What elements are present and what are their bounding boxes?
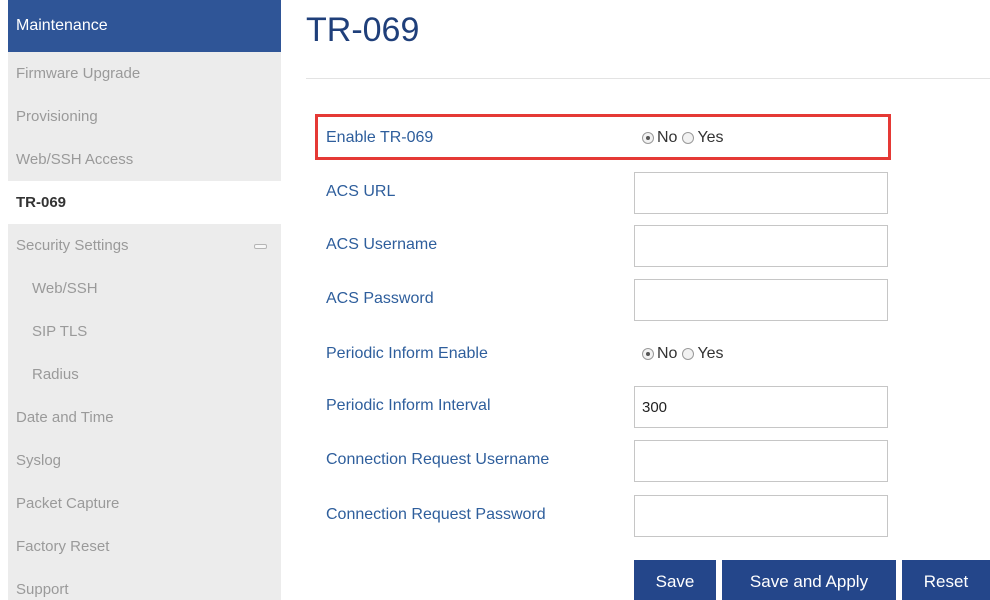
sidebar-item-packet-capture[interactable]: Packet Capture bbox=[8, 482, 281, 525]
connection-request-password-label: Connection Request Password bbox=[326, 506, 546, 523]
enable-tr069-label: Enable TR-069 bbox=[326, 129, 434, 146]
periodic-inform-enable-label: Periodic Inform Enable bbox=[326, 345, 488, 362]
acs-password-input[interactable] bbox=[634, 279, 888, 321]
sidebar-item-security-settings[interactable]: Security Settings bbox=[8, 224, 281, 267]
acs-url-input[interactable] bbox=[634, 172, 888, 214]
acs-username-input[interactable] bbox=[634, 225, 888, 267]
title-divider bbox=[306, 78, 990, 79]
periodic-inform-interval-label: Periodic Inform Interval bbox=[326, 397, 491, 414]
sidebar-item-label: Security Settings bbox=[16, 237, 129, 254]
row-acs-username: ACS Username bbox=[326, 225, 926, 267]
sidebar-item-web-ssh-access[interactable]: Web/SSH Access bbox=[8, 138, 281, 181]
periodic-inform-radio-group: No Yes bbox=[642, 345, 729, 363]
sidebar-subitem-radius[interactable]: Radius bbox=[8, 353, 281, 396]
periodic-inform-yes-radio[interactable] bbox=[682, 348, 695, 360]
enable-tr069-yes-radio[interactable] bbox=[682, 132, 695, 144]
sidebar-item-provisioning[interactable]: Provisioning bbox=[8, 95, 281, 138]
page-title: TR-069 bbox=[306, 11, 420, 49]
sidebar-subitem-web-ssh[interactable]: Web/SSH bbox=[8, 267, 281, 310]
row-acs-url: ACS URL bbox=[326, 172, 926, 214]
save-and-apply-button[interactable]: Save and Apply bbox=[722, 560, 896, 600]
row-periodic-inform-interval: Periodic Inform Interval bbox=[326, 386, 926, 428]
sidebar-item-tr069[interactable]: TR-069 bbox=[8, 181, 281, 224]
acs-username-label: ACS Username bbox=[326, 236, 438, 253]
row-connection-request-password: Connection Request Password bbox=[326, 495, 926, 537]
periodic-inform-interval-input[interactable] bbox=[634, 386, 888, 428]
enable-tr069-no-label: No bbox=[657, 129, 678, 146]
enable-tr069-yes-label: Yes bbox=[697, 129, 724, 146]
sidebar-item-support[interactable]: Support bbox=[8, 568, 281, 600]
sidebar-item-factory-reset[interactable]: Factory Reset bbox=[8, 525, 281, 568]
periodic-inform-yes-label: Yes bbox=[697, 345, 724, 362]
enable-tr069-no-radio[interactable] bbox=[642, 132, 654, 144]
acs-password-label: ACS Password bbox=[326, 290, 434, 307]
periodic-inform-no-radio[interactable] bbox=[642, 348, 654, 360]
periodic-inform-no-label: No bbox=[657, 345, 678, 362]
sidebar: Maintenance Firmware Upgrade Provisionin… bbox=[8, 0, 281, 600]
connection-request-password-input[interactable] bbox=[634, 495, 888, 537]
reset-button[interactable]: Reset bbox=[902, 560, 990, 600]
save-button[interactable]: Save bbox=[634, 560, 716, 600]
sidebar-item-date-and-time[interactable]: Date and Time bbox=[8, 396, 281, 439]
connection-request-username-input[interactable] bbox=[634, 440, 888, 482]
row-periodic-inform-enable: Periodic Inform Enable No Yes bbox=[326, 334, 926, 374]
sidebar-item-syslog[interactable]: Syslog bbox=[8, 439, 281, 482]
enable-tr069-radio-group: No Yes bbox=[642, 129, 729, 147]
sidebar-header-maintenance[interactable]: Maintenance bbox=[8, 0, 281, 52]
collapse-icon[interactable] bbox=[254, 244, 267, 249]
row-enable-tr069: Enable TR-069 No Yes bbox=[326, 118, 926, 158]
sidebar-item-firmware-upgrade[interactable]: Firmware Upgrade bbox=[8, 52, 281, 95]
row-acs-password: ACS Password bbox=[326, 279, 926, 321]
sidebar-subitem-sip-tls[interactable]: SIP TLS bbox=[8, 310, 281, 353]
acs-url-label: ACS URL bbox=[326, 183, 396, 200]
connection-request-username-label: Connection Request Username bbox=[326, 451, 550, 468]
row-connection-request-username: Connection Request Username bbox=[326, 440, 926, 482]
